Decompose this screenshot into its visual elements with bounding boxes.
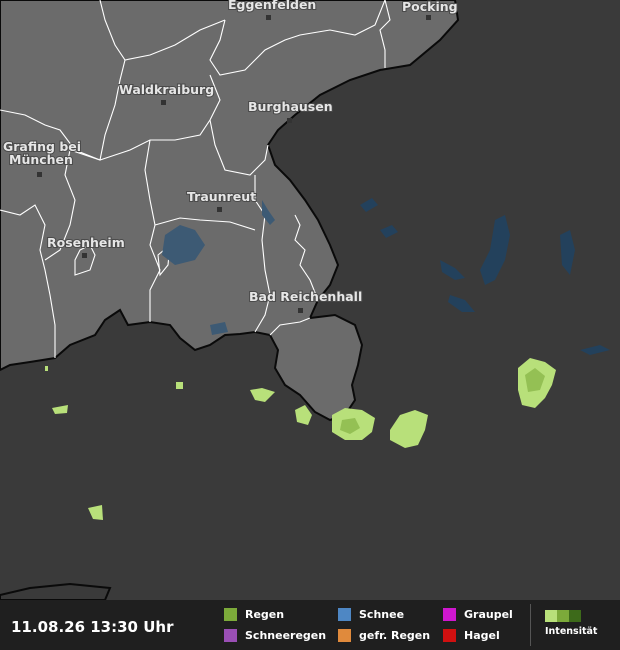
- legend-item-hagel: Hagel: [443, 629, 500, 642]
- city-label-eggenfelden: Eggenfelden: [228, 0, 316, 12]
- rain-cell: [176, 382, 183, 389]
- intensity-swatch-mid: [557, 610, 569, 622]
- legend-bar: 11.08.26 13:30 Uhr Regen Schneeregen Sch…: [0, 600, 620, 650]
- city-label-traunreut: Traunreut: [187, 189, 256, 204]
- legend-label-graupel: Graupel: [464, 608, 513, 621]
- legend-swatch-schnee: [338, 608, 351, 621]
- intensity-scale: Intensität: [545, 610, 597, 637]
- city-label-rosenheim: Rosenheim: [47, 235, 125, 250]
- legend-swatch-regen: [224, 608, 237, 621]
- city-label-bad-reichenhall: Bad Reichenhall: [249, 289, 362, 304]
- legend-label-gefr-regen: gefr. Regen: [359, 629, 431, 642]
- city-label-burghausen: Burghausen: [248, 99, 333, 114]
- legend-label-hagel: Hagel: [464, 629, 500, 642]
- city-label-waldkraiburg: Waldkraiburg: [119, 82, 214, 97]
- legend-swatch-graupel: [443, 608, 456, 621]
- legend-divider: [530, 604, 531, 646]
- legend-label-regen: Regen: [245, 608, 285, 621]
- city-label-pocking: Pocking: [402, 0, 458, 14]
- legend-item-regen: Regen: [224, 608, 284, 621]
- legend-swatch-gefr-regen: [338, 629, 351, 642]
- legend-item-schnee: Schnee: [338, 608, 404, 621]
- intensity-label: Intensität: [545, 626, 598, 637]
- intensity-swatches: [545, 610, 597, 622]
- city-label-muenchen: München: [9, 152, 73, 167]
- legend-item-gefr-regen: gefr. Regen: [338, 629, 430, 642]
- legend-label-schnee: Schnee: [359, 608, 405, 621]
- timestamp: 11.08.26 13:30 Uhr: [11, 618, 174, 636]
- legend-item-schneeregen: Schneeregen: [224, 629, 326, 642]
- legend-swatch-schneeregen: [224, 629, 237, 642]
- legend-label-schneeregen: Schneeregen: [245, 629, 327, 642]
- intensity-swatch-low: [545, 610, 557, 622]
- intensity-swatch-high: [569, 610, 581, 622]
- radar-map[interactable]: Eggenfelden Pocking Waldkraiburg Burghau…: [0, 0, 620, 600]
- legend-swatch-hagel: [443, 629, 456, 642]
- legend-item-graupel: Graupel: [443, 608, 513, 621]
- rain-cell: [45, 366, 48, 371]
